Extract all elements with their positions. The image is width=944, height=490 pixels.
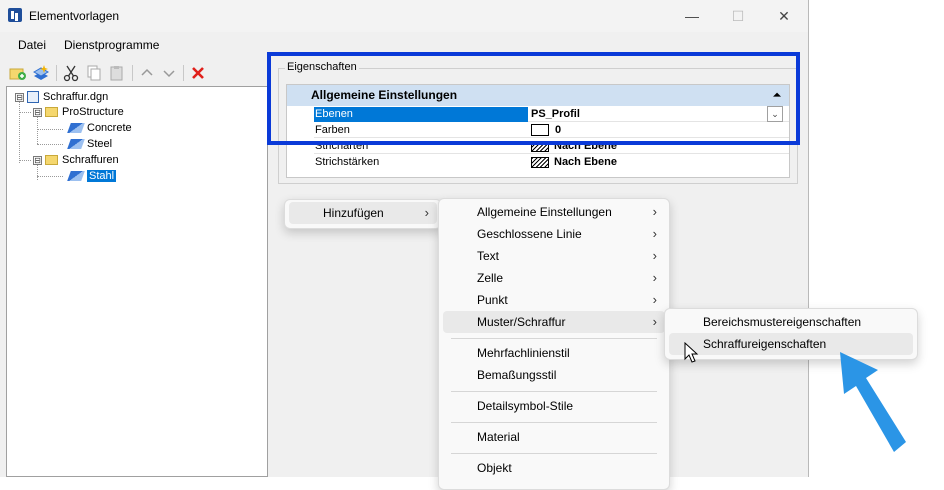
- annotation-arrow-icon: [840, 352, 906, 452]
- tree-root-schraffur-dgn[interactable]: ⊟ Schraffur.dgn: [15, 90, 108, 105]
- menu-item-label: Allgemeine Einstellungen: [477, 205, 612, 219]
- collapse-icon[interactable]: ⊟: [33, 155, 42, 165]
- menu-item-hinzufuegen[interactable]: Hinzufügen ›: [289, 202, 437, 224]
- menu-item-allgemeine-einstellungen[interactable]: Allgemeine Einstellungen ›: [443, 201, 665, 223]
- menu-item-mehrfachlinienstil[interactable]: Mehrfachlinienstil: [443, 342, 665, 364]
- chevron-right-icon: ›: [652, 226, 657, 241]
- minimize-button[interactable]: —: [682, 6, 702, 26]
- menu-item-detailsymbol-stile[interactable]: Detailsymbol-Stile: [443, 395, 665, 417]
- template-tree[interactable]: ⊟ Schraffur.dgn ⊟ ProStructure Concrete St…: [6, 86, 268, 477]
- menu-item-punkt[interactable]: Punkt ›: [443, 289, 665, 311]
- element-template-icon: [67, 139, 85, 150]
- context-menu-root: Hinzufügen ›: [284, 199, 442, 229]
- menu-item-label: Bereichsmustereigenschaften: [703, 315, 862, 329]
- menu-item-label: Hinzufügen: [323, 206, 384, 220]
- menu-item-label: Text: [477, 249, 500, 263]
- menu-item-label: Punkt: [477, 293, 508, 307]
- menu-item-label: Detailsymbol-Stile: [477, 399, 574, 413]
- menu-item-text[interactable]: Text ›: [443, 245, 665, 267]
- menu-item-zelle[interactable]: Zelle ›: [443, 267, 665, 289]
- menu-item-material[interactable]: Material: [443, 426, 665, 448]
- move-up-icon[interactable]: [138, 64, 156, 82]
- property-key: Strichstärken: [315, 156, 380, 168]
- new-template-icon[interactable]: [32, 64, 50, 82]
- tree-node-prostructure[interactable]: ⊟ ProStructure: [33, 105, 124, 120]
- folder-icon: [45, 155, 58, 166]
- tree-node-label: Schraffuren: [62, 154, 119, 166]
- mouse-pointer-icon: [684, 342, 699, 363]
- delete-icon[interactable]: [189, 64, 207, 82]
- menu-datei[interactable]: Datei: [18, 38, 46, 52]
- paste-icon[interactable]: [108, 64, 126, 82]
- menu-item-bereichsmustereigenschaften[interactable]: Bereichsmustereigenschaften: [669, 311, 913, 333]
- menu-item-label: Bemaßungsstil: [477, 368, 557, 382]
- tree-node-concrete[interactable]: Concrete: [67, 121, 132, 136]
- element-template-icon: [67, 123, 85, 134]
- element-template-icon: [67, 171, 85, 182]
- copy-icon[interactable]: [85, 64, 103, 82]
- menu-item-label: Schraffureigenschaften: [703, 337, 827, 351]
- chevron-right-icon: ›: [652, 248, 657, 263]
- menu-dienstprogramme[interactable]: Dienstprogramme: [64, 38, 159, 52]
- menu-item-label: Zelle: [477, 271, 504, 285]
- menu-item-bemassungsstil[interactable]: Bemaßungsstil: [443, 364, 665, 386]
- toolbar: [0, 60, 268, 86]
- folder-icon: [45, 107, 58, 118]
- dgn-file-icon: [27, 91, 39, 104]
- annotation-highlight-box: [267, 52, 800, 145]
- menu-item-label: Objekt: [477, 461, 512, 475]
- chevron-right-icon: ›: [652, 314, 657, 329]
- menu-item-geschlossene-linie[interactable]: Geschlossene Linie ›: [443, 223, 665, 245]
- menu-item-label: Mehrfachlinienstil: [477, 346, 570, 360]
- tree-node-label: Steel: [87, 138, 113, 150]
- tree-node-label: ProStructure: [62, 106, 124, 118]
- menu-item-label: Material: [477, 430, 520, 444]
- property-row-strichstaerken[interactable]: Strichstärken Nach Ebene: [287, 155, 789, 170]
- close-button[interactable]: ✕: [774, 6, 794, 26]
- tree-node-stahl[interactable]: Stahl: [67, 169, 117, 184]
- collapse-icon[interactable]: ⊟: [33, 107, 42, 117]
- new-folder-icon[interactable]: [9, 64, 27, 82]
- menu-item-label: Geschlossene Linie: [477, 227, 582, 241]
- app-icon: [8, 8, 22, 22]
- tree-node-label: Schraffur.dgn: [43, 91, 109, 103]
- chevron-right-icon: ›: [652, 270, 657, 285]
- title-bar: Elementvorlagen — ☐ ✕: [0, 0, 808, 32]
- chevron-right-icon: ›: [652, 204, 657, 219]
- menu-item-muster-schraffur[interactable]: Muster/Schraffur ›: [443, 311, 665, 333]
- line-weight-icon: [531, 156, 549, 168]
- window-title: Elementvorlagen: [29, 9, 120, 23]
- cut-icon[interactable]: [62, 64, 80, 82]
- menu-item-objekt[interactable]: Objekt: [443, 457, 665, 479]
- menu-item-label: Muster/Schraffur: [477, 315, 566, 329]
- collapse-icon[interactable]: ⊟: [15, 92, 24, 102]
- maximize-button[interactable]: ☐: [728, 6, 748, 26]
- chevron-right-icon: ›: [652, 292, 657, 307]
- tree-node-label-selected: Stahl: [87, 170, 117, 182]
- tree-node-label: Concrete: [87, 122, 132, 134]
- tree-node-schraffuren[interactable]: ⊟ Schraffuren: [33, 153, 119, 168]
- tree-node-steel[interactable]: Steel: [67, 137, 113, 152]
- chevron-right-icon: ›: [424, 205, 429, 220]
- context-menu-add: Allgemeine Einstellungen › Geschlossene L…: [438, 198, 670, 490]
- property-value: Nach Ebene: [554, 156, 617, 168]
- move-down-icon[interactable]: [160, 64, 178, 82]
